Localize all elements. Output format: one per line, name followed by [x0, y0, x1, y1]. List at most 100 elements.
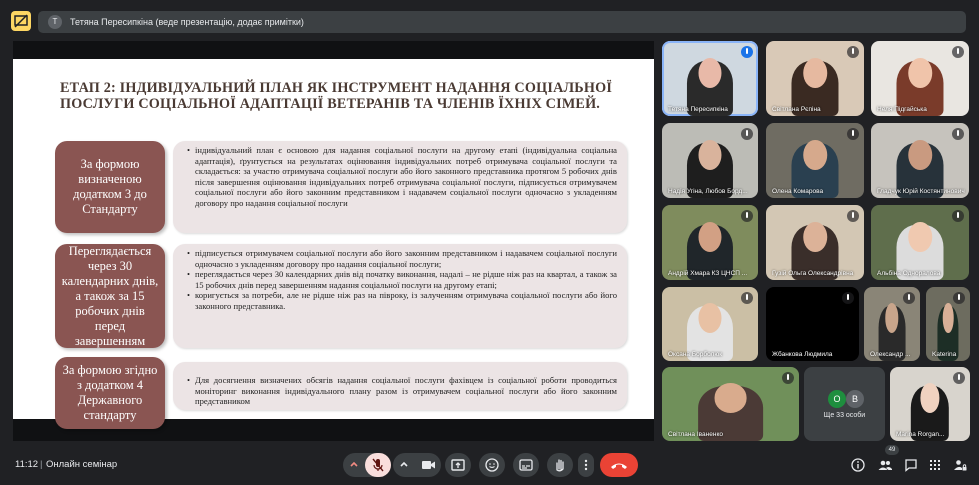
participant-video [908, 139, 932, 170]
participant-name: Неля Підгайська [877, 106, 927, 113]
avatar: О [828, 390, 846, 408]
participant-name: Олександр ... [870, 351, 911, 358]
present-screen-icon [451, 459, 465, 471]
mic-off-icon [372, 458, 384, 472]
participant-name: Олена Комарова [772, 188, 824, 195]
participant-tile[interactable]: Гладчук Юрій Костянтинович [871, 123, 969, 198]
presentation-area: ЕТАП 2: ІНДИВІДУАЛЬНИЙ ПЛАН ЯК ІНСТРУМЕН… [13, 41, 654, 441]
chat-button[interactable] [903, 457, 919, 473]
mic-muted-icon [952, 46, 964, 58]
end-call-icon [611, 463, 627, 469]
mic-muted-icon [847, 210, 859, 222]
participant-video [698, 221, 722, 252]
mic-muted-icon [952, 128, 964, 140]
participant-name: Katerina [932, 351, 957, 358]
mic-muted-icon [842, 292, 854, 304]
participant-video [698, 139, 722, 170]
mic-muted-icon [952, 210, 964, 222]
clock: 11:12 [15, 459, 39, 470]
participant-tile[interactable]: Katerina [926, 287, 970, 361]
separator: | [40, 459, 43, 470]
participant-tile[interactable]: Світлана Іваненко [662, 367, 799, 441]
camera-icon [422, 461, 435, 469]
people-icon [878, 460, 892, 470]
leave-call-button[interactable] [600, 453, 638, 477]
participant-tile[interactable]: Гузій Ольга Олександрівна [766, 205, 864, 280]
camera-button[interactable] [415, 453, 441, 477]
participant-tile[interactable]: Олена Комарова [766, 123, 864, 198]
present-button[interactable] [445, 453, 471, 477]
participant-name: Оксана Борболюк [668, 351, 723, 358]
mic-muted-icon [741, 292, 753, 304]
mic-muted-icon [741, 128, 753, 140]
bottom-bar: 11:12 | Онлайн семінар [0, 445, 979, 485]
participant-tile[interactable]: Альбіна Одноралова [871, 205, 969, 280]
more-participants-label: Ще 33 особи [823, 412, 866, 419]
mic-control [343, 453, 391, 477]
apps-grid-icon [930, 460, 940, 470]
presenter-banner: T Тетяна Пересипкіна (веде презентацію, … [38, 11, 966, 33]
slide-row-label: Переглядається через 30 календарних днів… [55, 244, 165, 348]
participant-video [698, 303, 722, 333]
participant-tile[interactable]: Олександр ... [864, 287, 920, 361]
hand-icon [556, 459, 564, 472]
activities-button[interactable] [927, 457, 943, 473]
participant-name: Marina Rorgan... [896, 431, 945, 438]
people-count-badge: 49 [885, 445, 899, 455]
slide: ЕТАП 2: ІНДИВІДУАЛЬНИЙ ПЛАН ЯК ІНСТРУМЕН… [13, 59, 654, 429]
slide-row-text: індивідуальний план є основою для наданн… [173, 141, 627, 233]
raise-hand-button[interactable] [547, 453, 573, 477]
camera-options-button[interactable] [393, 453, 415, 477]
slide-bullet: підписується отримувачем соціальної посл… [187, 248, 617, 269]
slide-bullet: переглядається через 30 календарних днів… [187, 269, 617, 290]
participant-name: Світлана Іваненко [668, 431, 723, 438]
more-participants-tile[interactable]: О В Ще 33 особи [804, 367, 885, 441]
participant-tile[interactable]: Неля Підгайська [871, 41, 969, 116]
people-button[interactable] [877, 457, 893, 473]
participant-name: Світлана Рєпіна [772, 106, 821, 113]
more-options-button[interactable] [578, 453, 594, 477]
captions-button[interactable] [513, 453, 539, 477]
emoji-icon [485, 458, 499, 472]
meeting-title: Онлайн семінар [46, 459, 118, 470]
participant-video [698, 57, 722, 88]
participant-name: Гузій Ольга Олександрівна [772, 270, 854, 277]
more-vert-icon [584, 459, 588, 471]
participant-name: Тетяна Пересипкіна [668, 106, 728, 113]
mic-muted-icon [782, 372, 794, 384]
participant-tile[interactable]: Андрій Хмара КЗ ЦНСП ... [662, 205, 758, 280]
participant-tile[interactable]: Надія Угіна, Любов Борд... [662, 123, 758, 198]
presenter-avatar: T [48, 15, 62, 29]
mic-muted-icon [953, 372, 965, 384]
participant-video [803, 57, 827, 88]
slide-title: ЕТАП 2: ІНДИВІДУАЛЬНИЙ ПЛАН ЯК ІНСТРУМЕН… [60, 80, 613, 112]
slide-row-label: За формою згідно з додатком 4 Державного… [55, 357, 165, 429]
slide-bullet: Для досягнення визначених обсягів наданн… [187, 375, 617, 407]
host-controls-button[interactable] [952, 457, 968, 473]
mic-muted-icon [847, 46, 859, 58]
speaking-indicator-icon [741, 46, 753, 58]
slide-row-text: підписується отримувачем соціальної посл… [173, 244, 627, 348]
participant-tile[interactable]: Marina Rorgan... [890, 367, 970, 441]
reactions-button[interactable] [479, 453, 505, 477]
mic-muted-icon [741, 210, 753, 222]
participant-tile[interactable]: Тетяна Пересипкіна [662, 41, 758, 116]
participant-name: Гладчук Юрій Костянтинович [877, 188, 965, 195]
mic-off-button[interactable] [365, 453, 391, 477]
meeting-info-button[interactable] [850, 457, 866, 473]
captions-icon [519, 459, 533, 471]
participant-tile[interactable]: Жбанкова Людмила [766, 287, 859, 361]
participant-tile[interactable]: Оксана Борболюк [662, 287, 758, 361]
mic-options-button[interactable] [343, 453, 365, 477]
participant-video [920, 383, 940, 413]
participant-name: Андрій Хмара КЗ ЦНСП ... [668, 270, 748, 277]
presentation-icon[interactable] [11, 11, 31, 31]
participant-tile[interactable]: Світлана Рєпіна [766, 41, 864, 116]
slide-row-label: За формою визначеною додатком 3 до Станд… [55, 141, 165, 233]
presenter-banner-text: Тетяна Пересипкіна (веде презентацію, до… [70, 17, 304, 27]
participant-name: Жбанкова Людмила [772, 351, 833, 358]
participant-video [714, 383, 747, 413]
lock-person-icon [954, 460, 967, 471]
mic-muted-icon [847, 128, 859, 140]
top-bar: T Тетяна Пересипкіна (веде презентацію, … [0, 0, 979, 40]
